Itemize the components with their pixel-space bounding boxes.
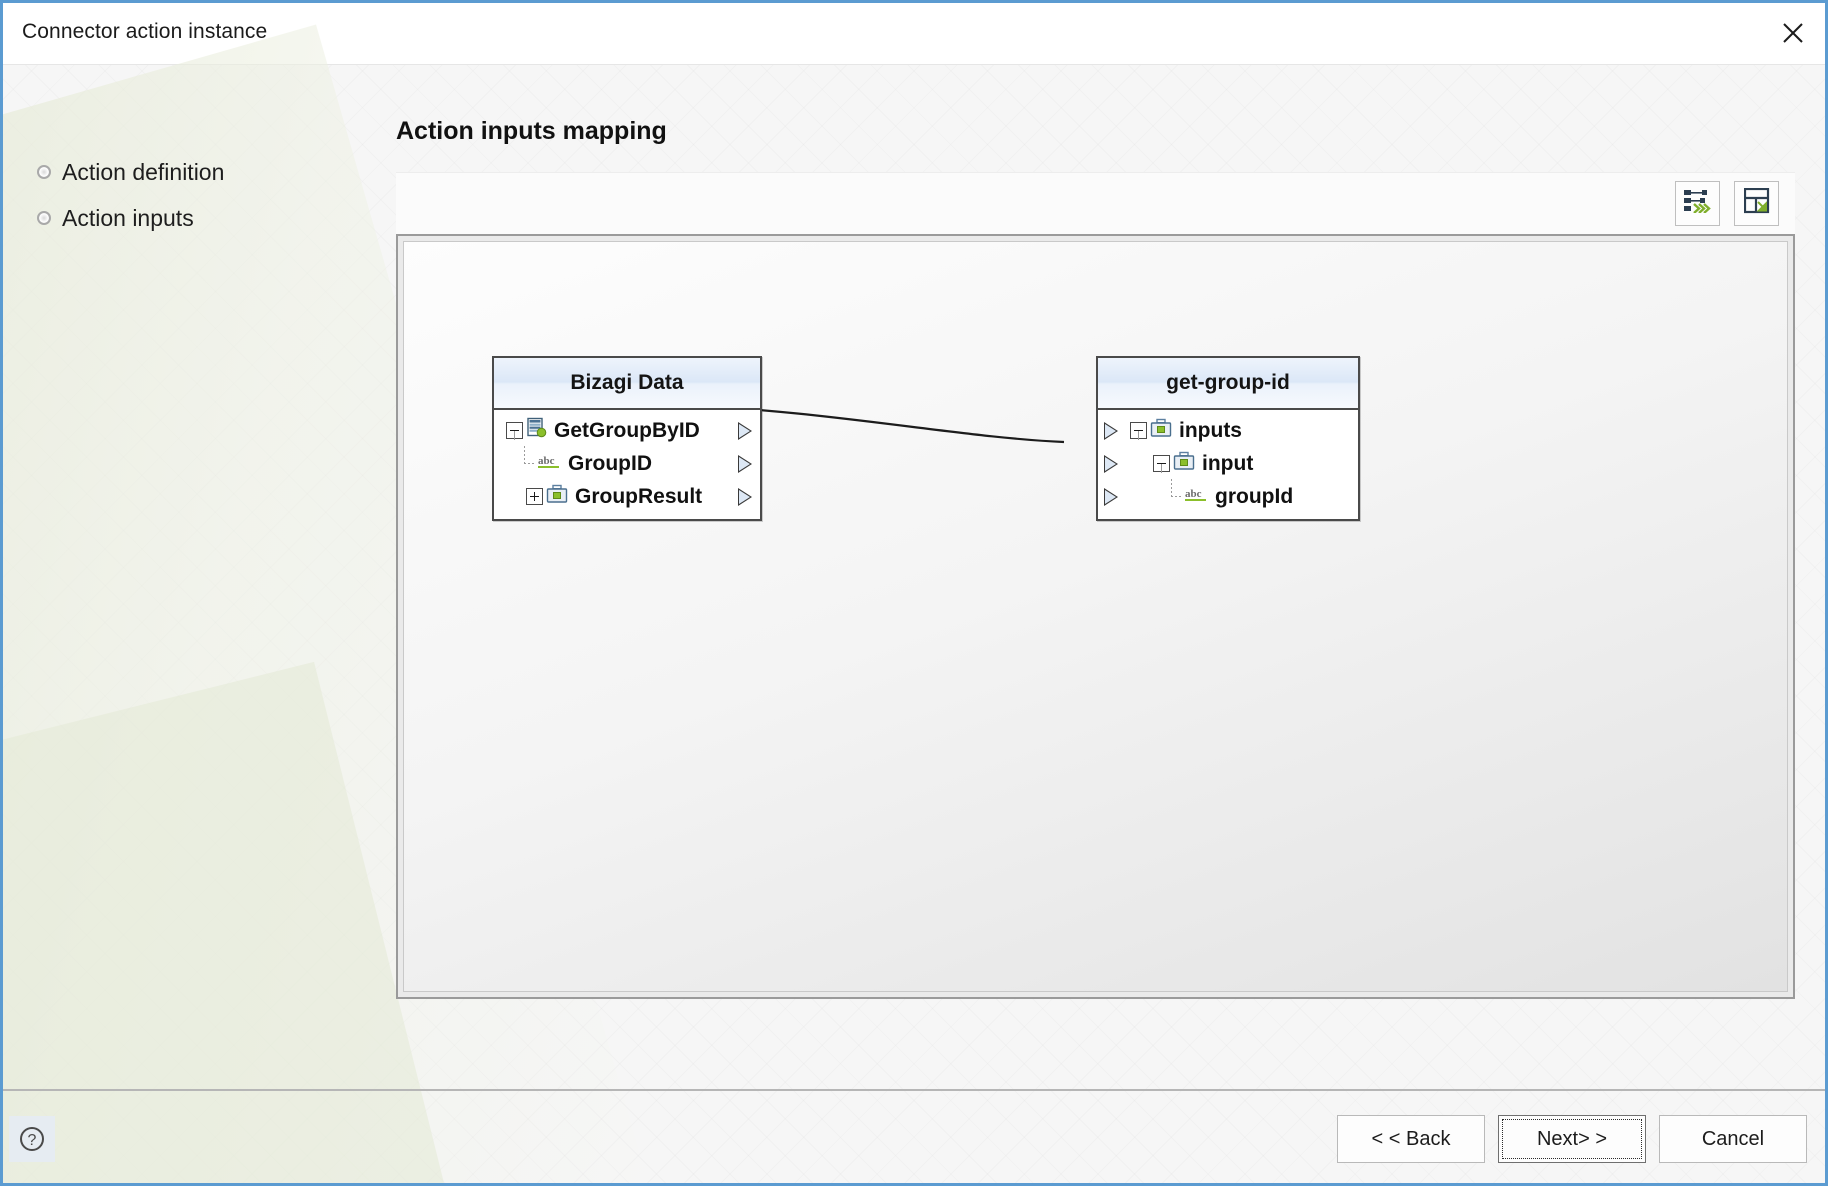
abc-string-icon: abc — [537, 452, 561, 476]
collapse-minus-icon[interactable] — [1130, 422, 1147, 439]
port-fill — [739, 490, 750, 504]
tree-row[interactable]: abc GroupID — [494, 447, 760, 480]
briefcase-icon — [1173, 451, 1195, 477]
port-fill — [1105, 490, 1116, 504]
back-button[interactable]: < < Back — [1337, 1115, 1485, 1163]
output-port-getgroupbyid[interactable] — [738, 422, 752, 440]
tree-elbow-icon — [517, 455, 534, 472]
step-label: Action inputs — [62, 205, 194, 232]
collapse-minus-icon[interactable] — [506, 422, 523, 439]
port-fill — [1105, 424, 1116, 438]
tree-row-label: inputs — [1179, 419, 1242, 443]
sidebar-item-action-inputs[interactable]: Action inputs — [37, 195, 337, 241]
auto-map-button[interactable] — [1675, 181, 1720, 226]
abc-string-icon: abc — [1184, 485, 1208, 509]
tree-row[interactable]: input — [1098, 447, 1358, 480]
close-icon[interactable] — [1761, 3, 1825, 63]
next-button[interactable]: Next> > — [1498, 1115, 1646, 1163]
tree-row[interactable]: abc groupId — [1098, 480, 1358, 513]
step-bullet-icon — [37, 165, 51, 179]
briefcase-icon — [546, 484, 568, 510]
mapping-canvas-frame: Bizagi Data — [396, 234, 1795, 999]
node-tree: GetGroupByID abc — [494, 410, 760, 519]
port-fill — [739, 424, 750, 438]
node-tree: inputs — [1098, 410, 1358, 519]
background-watermark-shape-secondary — [0, 662, 459, 1186]
input-port-inputs[interactable] — [1104, 422, 1118, 440]
input-port-groupid[interactable] — [1104, 488, 1118, 506]
svg-text:abc: abc — [538, 455, 555, 467]
tree-row-label: input — [1202, 452, 1253, 476]
connector-action-instance-dialog: Connector action instance Action definit… — [0, 0, 1828, 1186]
sidebar-item-action-definition[interactable]: Action definition — [37, 149, 337, 195]
node-title: get-group-id — [1098, 358, 1358, 410]
svg-text:abc: abc — [1185, 488, 1202, 500]
tree-row-label: GroupID — [568, 452, 652, 476]
wizard-steps: Action definition Action inputs — [37, 149, 337, 241]
tree-row-label: GetGroupByID — [554, 419, 700, 443]
svg-text:?: ? — [28, 1132, 37, 1149]
port-fill — [1105, 457, 1116, 471]
step-bullet-icon — [37, 211, 51, 225]
output-port-groupresult[interactable] — [738, 488, 752, 506]
wizard-buttons: < < Back Next> > Cancel — [1337, 1115, 1807, 1163]
mapping-canvas[interactable]: Bizagi Data — [403, 241, 1788, 992]
dialog-body: Action definition Action inputs Action i… — [3, 65, 1825, 1183]
arrange-layout-icon — [1744, 188, 1770, 219]
tree-elbow-icon — [1164, 488, 1181, 505]
output-port-groupid[interactable] — [738, 455, 752, 473]
content-pane: Action inputs mapping — [396, 117, 1795, 999]
tree-row[interactable]: inputs — [1098, 414, 1358, 447]
help-question-icon[interactable]: ? — [9, 1116, 55, 1162]
diagram-node-get-group-id[interactable]: get-group-id — [1096, 356, 1360, 521]
node-title: Bizagi Data — [494, 358, 760, 410]
diagram-node-bizagi-data[interactable]: Bizagi Data — [492, 356, 762, 521]
page-title: Action inputs mapping — [396, 117, 1795, 146]
port-fill — [739, 457, 750, 471]
mapper-panel: Bizagi Data — [396, 172, 1795, 999]
title-bar: Connector action instance — [3, 3, 1825, 65]
footer-separator — [3, 1089, 1825, 1091]
tree-row[interactable]: GroupResult — [494, 480, 760, 513]
entity-table-icon — [526, 417, 547, 444]
tree-row-label: groupId — [1215, 485, 1293, 509]
briefcase-icon — [1150, 418, 1172, 444]
input-port-input[interactable] — [1104, 455, 1118, 473]
expand-plus-icon[interactable] — [526, 488, 543, 505]
arrange-layout-button[interactable] — [1734, 181, 1779, 226]
auto-map-icon — [1684, 189, 1711, 218]
tree-row[interactable]: GetGroupByID — [494, 414, 760, 447]
step-label: Action definition — [62, 159, 224, 186]
collapse-minus-icon[interactable] — [1153, 455, 1170, 472]
mapper-toolbar — [396, 173, 1795, 234]
cancel-button[interactable]: Cancel — [1659, 1115, 1807, 1163]
window-title: Connector action instance — [22, 20, 267, 44]
tree-row-label: GroupResult — [575, 485, 702, 509]
connection-layer — [404, 242, 1787, 992]
